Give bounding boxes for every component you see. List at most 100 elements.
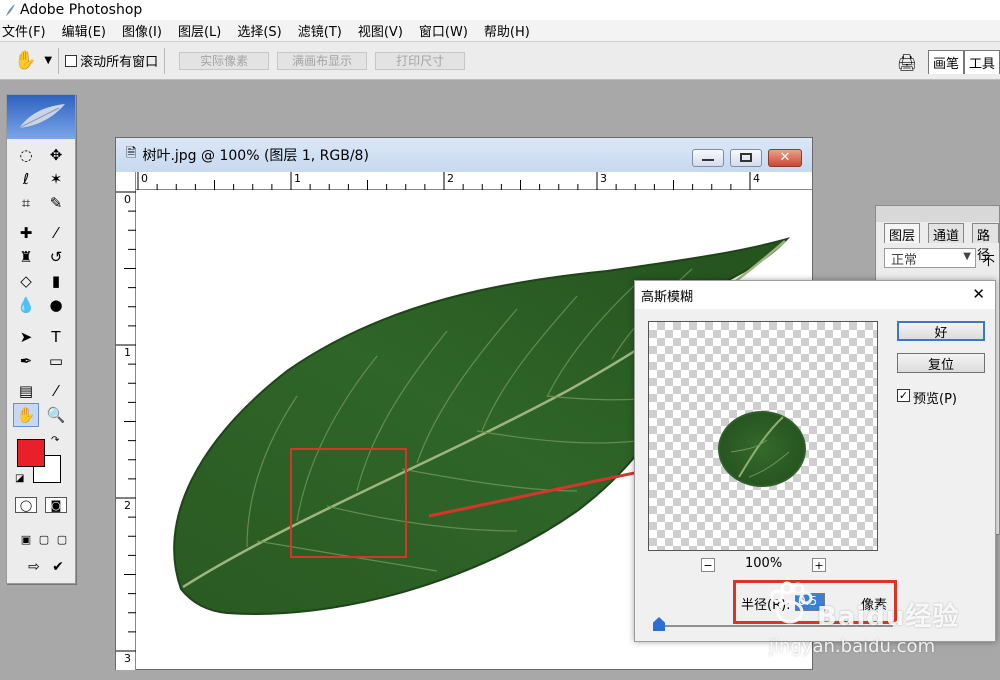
hand-icon[interactable]: ✋ (13, 403, 39, 427)
palette-well-icon[interactable]: 🖨 (892, 50, 922, 74)
lasso-icon[interactable]: ℓ (13, 167, 39, 191)
baidu-paw-icon (770, 581, 813, 624)
tab-channels[interactable]: 通道 (928, 223, 965, 244)
healing-brush-icon[interactable]: ✚ (13, 221, 39, 245)
photoshop-feather-icon (6, 4, 15, 16)
default-colors-icon[interactable]: ◪ (15, 473, 24, 484)
print-size-button[interactable]: 打印尺寸 (375, 51, 466, 70)
move-icon[interactable]: ✥ (43, 143, 69, 167)
tab-layers[interactable]: 图层 (884, 223, 921, 244)
close-icon: ✕ (779, 150, 791, 165)
notes-icon[interactable]: ▤ (13, 379, 39, 403)
minimize-button[interactable] (692, 149, 724, 167)
dodge-icon[interactable]: ● (43, 293, 69, 317)
menu-filter[interactable]: 滤镜(T) (290, 21, 350, 40)
radius-slider-thumb[interactable] (653, 617, 665, 631)
ruler-v-ticks (116, 191, 136, 652)
close-button[interactable]: ✕ (768, 149, 802, 167)
gradient-icon[interactable]: ▮ (43, 269, 69, 293)
document-icon: 🗎 (126, 146, 137, 161)
hand-tool-icon[interactable]: ✋ (14, 50, 36, 71)
screen-mode-full-icon[interactable]: ▢ (49, 527, 75, 551)
menu-select[interactable]: 选择(S) (229, 21, 289, 40)
ruler-v-label-0: 0 (124, 193, 131, 206)
menu-file[interactable]: 文件(F) (0, 21, 54, 40)
maximize-button[interactable] (730, 149, 762, 167)
toolbox-header (7, 95, 75, 139)
reset-button[interactable]: 复位 (897, 353, 985, 373)
brush-icon[interactable]: ⁄ (43, 221, 69, 245)
crop-icon[interactable]: ⌗ (13, 191, 39, 215)
blend-mode-value: 正常 (891, 253, 918, 268)
path-select-icon[interactable]: ➤ (13, 325, 39, 349)
dialog-title-bar: 高斯模糊 ✕ (635, 281, 995, 309)
vertical-ruler: 0 1 2 3 (116, 172, 136, 670)
actual-pixels-button[interactable]: 实际像素 (179, 51, 270, 70)
stamp-icon[interactable]: ♜ (13, 245, 39, 269)
preview-checkbox[interactable]: ✓ (897, 389, 910, 402)
watermark-url: jingyan.baidu.com (769, 636, 936, 657)
pen-icon[interactable]: ✒ (13, 349, 39, 373)
app-title-bar: Adobe Photoshop (0, 0, 1000, 20)
baidu-watermark: Baidu经验 jingyan.baidu.com (765, 578, 1000, 670)
minimize-icon (702, 159, 714, 161)
magic-wand-icon[interactable]: ✶ (43, 167, 69, 191)
separator (164, 47, 166, 74)
history-brush-icon[interactable]: ↺ (43, 245, 69, 269)
menu-layer[interactable]: 图层(L) (170, 21, 229, 40)
fit-screen-button[interactable]: 满画布显示 (277, 51, 368, 70)
menu-window[interactable]: 窗口(W) (411, 21, 476, 40)
standard-mode-icon[interactable]: ◯ (15, 497, 37, 513)
ruler-ticks (137, 172, 751, 190)
app-title: Adobe Photoshop (20, 2, 143, 18)
ruler-h-label-3: 3 (600, 172, 607, 185)
ruler-v-label-3: 3 (124, 652, 131, 665)
tool-preset-dropdown-icon[interactable]: ▼ (44, 55, 52, 66)
scroll-all-label: 滚动所有窗口 (80, 55, 159, 70)
scroll-all-checkbox[interactable] (65, 54, 78, 67)
palette-tab-tools[interactable]: 工具 (963, 50, 1000, 74)
feather-logo-icon (18, 104, 65, 129)
jump-to-imageready-icon[interactable]: ⇨ (21, 555, 47, 579)
quick-mask-icon[interactable]: ◙ (45, 497, 67, 513)
foreground-color-swatch[interactable] (17, 439, 45, 467)
ok-button[interactable]: 好 (897, 321, 985, 341)
type-icon[interactable]: T (43, 325, 69, 349)
opacity-label: 不 (982, 254, 996, 269)
ruler-h-label-2: 2 (447, 172, 454, 185)
slice-icon[interactable]: ✎ (43, 191, 69, 215)
panel-title-strip (876, 206, 999, 222)
blur-icon[interactable]: 💧 (13, 293, 39, 317)
menu-help[interactable]: 帮助(H) (476, 21, 538, 40)
marquee-icon[interactable]: ◌ (13, 143, 39, 167)
watermark-brand: Baidu经验 (817, 602, 960, 632)
ruler-h-label-4: 4 (753, 172, 760, 185)
zoom-icon[interactable]: 🔍 (43, 403, 69, 427)
menu-image[interactable]: 图像(I) (114, 21, 170, 40)
edit-icon[interactable]: ✔ (45, 555, 71, 579)
shape-icon[interactable]: ▭ (43, 349, 69, 373)
options-bar: ✋ ▼ 滚动所有窗口 实际像素 满画布显示 打印尺寸 🖨 画笔 工具 (0, 42, 1000, 80)
dialog-title: 高斯模糊 (641, 289, 694, 305)
ruler-v-label-2: 2 (124, 499, 131, 512)
preview-label: 预览(P) (913, 392, 957, 407)
ruler-h-label-0: 0 (141, 172, 148, 185)
eraser-icon[interactable]: ◇ (13, 269, 39, 293)
ruler-h-label-1: 1 (294, 172, 301, 185)
eyedropper-icon[interactable]: ⁄ (43, 379, 69, 403)
blend-mode-select[interactable]: 正常 ▼ (884, 248, 976, 268)
menu-edit[interactable]: 编辑(E) (54, 21, 114, 40)
blur-preview[interactable] (648, 321, 878, 551)
zoom-in-button[interactable]: + (812, 558, 826, 572)
menu-view[interactable]: 视图(V) (350, 21, 411, 40)
palette-well: 🖨 画笔 工具 (892, 50, 1000, 74)
preview-leaf-circle (718, 411, 806, 487)
horizontal-ruler: 0 1 2 3 4 (136, 172, 812, 190)
palette-tab-brushes[interactable]: 画笔 (927, 50, 964, 74)
menu-bar: 文件(F) 编辑(E) 图像(I) 图层(L) 选择(S) 滤镜(T) 视图(V… (0, 20, 1000, 42)
separator (58, 47, 60, 74)
tab-paths[interactable]: 路径 (972, 223, 999, 263)
swap-colors-icon[interactable]: ↷ (51, 435, 59, 446)
dialog-close-icon[interactable]: ✕ (972, 285, 985, 303)
zoom-out-button[interactable]: − (701, 558, 715, 572)
